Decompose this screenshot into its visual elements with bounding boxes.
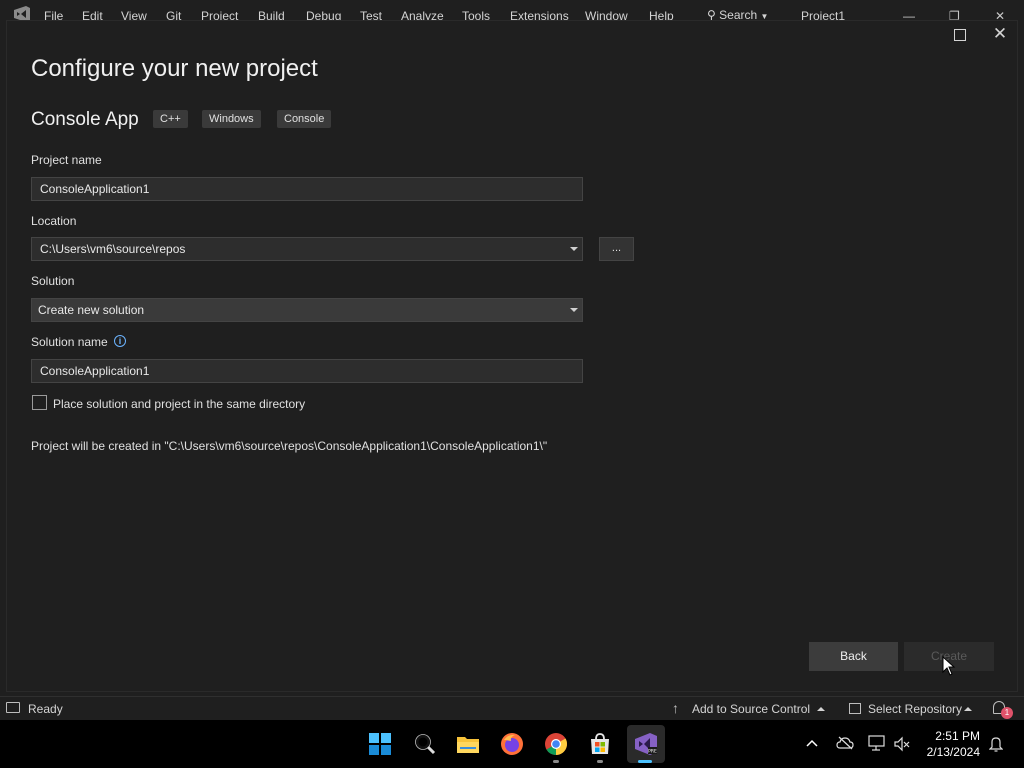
network-icon[interactable]	[868, 735, 886, 751]
arrow-up-icon: ↑	[672, 700, 679, 716]
solution-name-label: Solution name	[31, 335, 108, 349]
status-bar: Ready ↑ Add to Source Control Select Rep…	[0, 696, 1024, 720]
repository-icon	[849, 703, 861, 714]
chrome-running-indicator	[553, 760, 559, 763]
start-icon[interactable]	[368, 732, 392, 756]
clock-date[interactable]: 2/13/2024	[918, 745, 980, 759]
notification-badge: 1	[1001, 707, 1013, 719]
same-directory-label[interactable]: Place solution and project in the same d…	[53, 397, 305, 411]
info-icon[interactable]: i	[114, 335, 126, 347]
status-text: Ready	[28, 702, 63, 716]
browse-button[interactable]: ...	[599, 237, 634, 261]
onedrive-icon[interactable]	[836, 736, 854, 750]
project-path-note: Project will be created in "C:\Users\vm6…	[31, 439, 548, 453]
configure-project-dialog: ✕ Configure your new project Console App…	[6, 20, 1018, 692]
dialog-close-icon[interactable]: ✕	[992, 25, 1008, 43]
chrome-icon[interactable]	[544, 732, 568, 756]
svg-text:PRE: PRE	[648, 749, 657, 755]
clock-time[interactable]: 2:51 PM	[918, 729, 980, 743]
select-repository-button[interactable]: Select Repository	[868, 702, 962, 716]
visual-studio-icon[interactable]: PRE	[634, 732, 658, 756]
project-name-label: Project name	[31, 153, 102, 167]
solution-dropdown[interactable]: Create new solution	[31, 298, 583, 322]
project-name-input[interactable]: ConsoleApplication1	[31, 177, 583, 201]
volume-muted-icon[interactable]	[894, 736, 910, 752]
mouse-cursor-icon	[942, 656, 956, 676]
store-running-indicator	[597, 760, 603, 763]
tag-language: C++	[153, 110, 188, 128]
back-button[interactable]: Back	[809, 642, 898, 671]
tag-platform: Windows	[202, 110, 261, 128]
file-explorer-icon[interactable]	[456, 732, 480, 756]
chevron-up-icon[interactable]	[806, 739, 818, 747]
location-combobox[interactable]: C:\Users\vm6\source\repos	[31, 237, 583, 261]
search-icon[interactable]	[413, 732, 437, 756]
firefox-icon[interactable]	[500, 732, 524, 756]
output-status-icon	[6, 702, 20, 713]
page-title: Configure your new project	[31, 55, 318, 82]
store-icon[interactable]	[588, 732, 612, 756]
solution-value: Create new solution	[38, 303, 145, 317]
chevron-down-icon[interactable]	[570, 247, 578, 251]
notification-center-icon[interactable]	[989, 736, 1003, 752]
caret-up-icon	[817, 707, 825, 711]
solution-name-input[interactable]: ConsoleApplication1	[31, 359, 583, 383]
maximize-icon[interactable]	[954, 29, 966, 41]
tag-project-type: Console	[277, 110, 332, 128]
location-label: Location	[31, 214, 77, 228]
caret-up-icon	[964, 707, 972, 711]
chevron-down-icon	[570, 308, 578, 312]
template-name: Console App	[31, 109, 139, 130]
solution-label: Solution	[31, 274, 75, 288]
vs-active-indicator	[638, 760, 652, 763]
location-value: C:\Users\vm6\source\repos	[40, 242, 186, 256]
same-directory-checkbox[interactable]	[32, 395, 47, 410]
add-to-source-control-button[interactable]: Add to Source Control	[692, 702, 810, 716]
